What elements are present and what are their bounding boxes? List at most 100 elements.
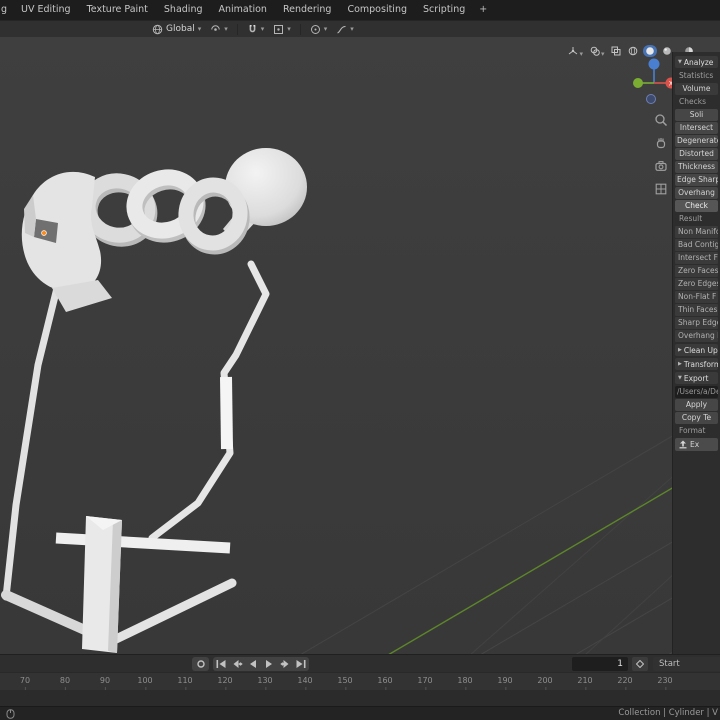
pan-hand-icon[interactable]: [654, 136, 668, 150]
result-row-button[interactable]: Zero Faces: [675, 265, 718, 277]
ruler-tick-label: 180: [457, 676, 473, 691]
result-row-button[interactable]: Overhang F: [675, 330, 718, 342]
pivot-point-dropdown[interactable]: [210, 21, 228, 37]
disclosure-open-icon: [678, 375, 682, 381]
workspace-tab[interactable]: g: [0, 0, 13, 20]
result-row-button[interactable]: Zero Edges: [675, 278, 718, 290]
result-row-button[interactable]: Thin Faces: [675, 304, 718, 316]
check-toggle-button[interactable]: Intersect: [675, 122, 718, 134]
play-reverse-button[interactable]: [245, 657, 261, 671]
status-breadcrumb: Collection | Cylinder | V: [618, 708, 718, 718]
viewport-side-tools: [654, 113, 668, 196]
transform-section-header[interactable]: Transform: [675, 358, 718, 370]
volume-button[interactable]: Volume: [675, 83, 718, 95]
camera-view-icon[interactable]: [654, 159, 668, 173]
ruler-tick-label: 150: [337, 676, 353, 691]
result-row-button[interactable]: Intersect F: [675, 252, 718, 264]
ruler-tick-label: 210: [577, 676, 593, 691]
ruler-tick-label: 90: [99, 676, 111, 691]
workspace-tab[interactable]: Texture Paint: [79, 0, 156, 20]
check-toggle-button[interactable]: Edge Sharp: [675, 174, 718, 186]
keyframe-diamond-icon: [636, 660, 644, 668]
export-path-field[interactable]: /Users/a/De: [675, 386, 718, 398]
axis-negative-handle: [646, 94, 656, 104]
jump-to-end-button[interactable]: [293, 657, 309, 671]
result-list: Non ManifoldBad ContigIntersect FZero Fa…: [675, 226, 718, 342]
chevron-down-icon: [579, 41, 583, 60]
copy-textures-button[interactable]: Copy Te: [675, 412, 718, 424]
workspace-tab[interactable]: Rendering: [275, 0, 340, 20]
xray-icon: [611, 46, 621, 55]
result-label: Result: [679, 214, 703, 223]
pivot-icon: [211, 24, 220, 31]
workspace-tab[interactable]: Animation: [211, 0, 275, 20]
export-section-header[interactable]: Export: [675, 372, 718, 384]
toolbar-separator: [236, 23, 238, 35]
snap-toggle[interactable]: [247, 21, 265, 37]
workspace-tab[interactable]: UV Editing: [13, 0, 79, 20]
play-button[interactable]: [261, 657, 277, 671]
check-all-button[interactable]: Check: [675, 200, 718, 212]
timeline-ruler[interactable]: 70 80 90 100 110 120 130 140 150 160 170 180 190 200 2…: [0, 672, 720, 691]
wireframe-sphere-icon: [629, 46, 638, 55]
show-gizmo-dropdown[interactable]: [566, 40, 585, 61]
previous-keyframe-button[interactable]: [229, 657, 245, 671]
check-toggle-button[interactable]: Thickness: [675, 161, 718, 173]
auto-keying-button[interactable]: [192, 657, 209, 671]
workspace-tab[interactable]: Scripting: [415, 0, 473, 20]
workspace-tabs: g UV Editing Texture Paint Shading Animation…: [0, 0, 473, 20]
check-toggle-button[interactable]: Degenerate: [675, 135, 718, 147]
material-sphere-icon: [663, 46, 672, 55]
axis-y-handle: [633, 78, 643, 88]
checks-label: Checks: [679, 97, 706, 106]
ruler-tick-label: 120: [217, 676, 233, 691]
ruler-tick-label: 190: [497, 676, 513, 691]
overlays-dropdown[interactable]: [588, 40, 607, 61]
export-icon: [679, 440, 687, 449]
result-row-button[interactable]: Non-Flat F: [675, 291, 718, 303]
axis-z-handle: [648, 58, 660, 70]
timeline-track-area[interactable]: [0, 690, 720, 706]
export-button[interactable]: Ex: [675, 438, 718, 451]
toolbar-separator: [299, 23, 301, 35]
result-row-button[interactable]: Sharp Edge: [675, 317, 718, 329]
check-toggle-button[interactable]: Soli: [675, 109, 718, 121]
result-row-button[interactable]: Bad Contig: [675, 239, 718, 251]
xray-toggle[interactable]: [609, 45, 623, 57]
workspace-tab[interactable]: Compositing: [339, 0, 415, 20]
apply-scale-button[interactable]: Apply: [675, 399, 718, 411]
cleanup-section-header[interactable]: Clean Up: [675, 344, 718, 356]
frame-start-field[interactable]: Start: [653, 657, 720, 671]
keying-set-button[interactable]: [632, 657, 648, 671]
record-icon: [196, 660, 205, 668]
current-frame-field[interactable]: 1: [572, 657, 628, 671]
status-bar: Collection | Cylinder | V: [0, 706, 720, 720]
result-row-button[interactable]: Non Manifold: [675, 226, 718, 238]
chevron-down-icon: [350, 24, 354, 34]
navigation-gizmo[interactable]: X: [630, 55, 678, 107]
jump-to-start-button[interactable]: [213, 657, 229, 671]
snap-target-dropdown[interactable]: [273, 21, 291, 37]
viewport-canvas[interactable]: [0, 37, 720, 654]
add-workspace-button[interactable]: +: [473, 0, 493, 20]
ruler-tick-label: 160: [377, 676, 393, 691]
next-keyframe-button[interactable]: [277, 657, 293, 671]
workspace-tab[interactable]: Shading: [156, 0, 211, 20]
sidebar-panel: Analyze Statistics Volume Checks SoliInt…: [672, 52, 720, 654]
check-toggle-button[interactable]: Overhang: [675, 187, 718, 199]
falloff-dropdown[interactable]: [336, 21, 354, 37]
proportional-circle-icon: [310, 24, 320, 34]
export-button-label: Ex: [690, 439, 700, 449]
proportional-editing-toggle[interactable]: [310, 21, 328, 37]
chevron-down-icon: [324, 24, 328, 34]
transform-orientation-dropdown[interactable]: Global: [152, 21, 201, 37]
disclosure-closed-icon: [678, 361, 682, 367]
chevron-down-icon: [601, 41, 605, 60]
zoom-tool-icon[interactable]: [654, 113, 668, 127]
gizmo-icon: [569, 46, 578, 54]
magnet-icon: [249, 24, 256, 32]
check-toggle-button[interactable]: Distorted: [675, 148, 718, 160]
section-title: Clean Up: [683, 345, 718, 355]
analyze-section-header[interactable]: Analyze: [675, 56, 718, 68]
toggle-grid-icon[interactable]: [654, 182, 668, 196]
